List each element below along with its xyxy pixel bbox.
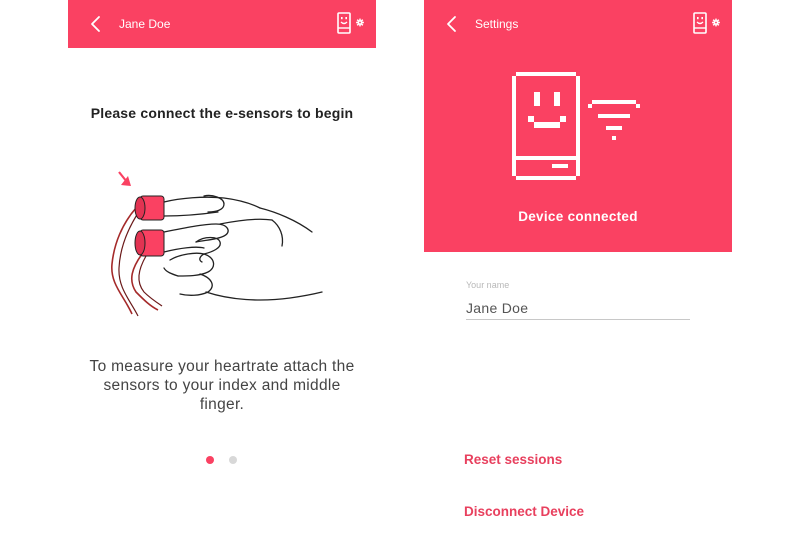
header-title: Jane Doe [119, 17, 171, 31]
device-settings-icon [336, 12, 368, 36]
sensor-cuff-icon [134, 195, 165, 257]
settings-screen: Device connected Settings Your name Jane… [424, 0, 732, 536]
device-settings-button[interactable] [692, 12, 724, 36]
disconnect-device-button[interactable]: Disconnect Device [464, 504, 584, 519]
top-bar: Jane Doe [68, 0, 376, 48]
page-dot[interactable] [229, 456, 237, 464]
name-field: Your name [466, 280, 690, 324]
name-field-label: Your name [466, 280, 510, 290]
page-indicator [206, 456, 240, 466]
reset-sessions-button[interactable]: Reset sessions [464, 452, 562, 467]
device-settings-button[interactable] [336, 12, 368, 36]
chevron-left-icon [86, 13, 106, 35]
chevron-left-icon [442, 13, 462, 35]
onboarding-screen: Jane Doe Please connect the e-sensors to… [68, 0, 376, 536]
top-bar: Settings [424, 0, 732, 48]
device-settings-icon [692, 12, 724, 36]
sensor-hand-illustration [100, 168, 330, 320]
header-title: Settings [475, 17, 519, 31]
back-button[interactable] [86, 13, 106, 35]
page-dot-active[interactable] [206, 456, 214, 464]
pointer-arrow-icon [118, 171, 131, 186]
name-input[interactable] [466, 296, 690, 320]
instructions-text: To measure your heartrate attach the sen… [89, 358, 355, 413]
connected-device-illustration [508, 72, 648, 180]
connect-prompt: Please connect the e-sensors to begin [90, 105, 354, 121]
connection-status: Device connected [518, 209, 638, 224]
back-button[interactable] [442, 13, 462, 35]
